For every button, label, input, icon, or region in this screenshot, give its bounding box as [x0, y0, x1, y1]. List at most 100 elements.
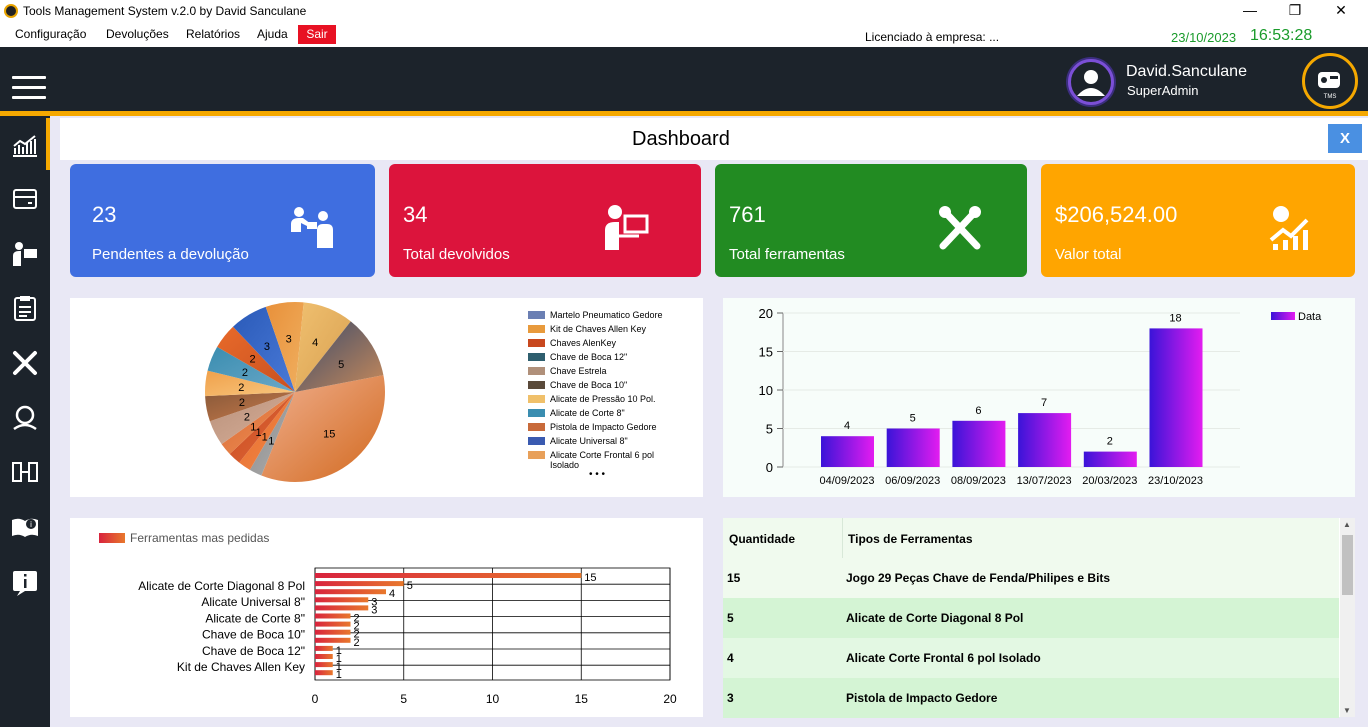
table-row[interactable]: 15 Jogo 29 Peças Chave de Fenda/Philipes …: [723, 558, 1339, 598]
app-logo: TMS: [1302, 53, 1358, 109]
tms-logo-icon: TMS: [1318, 72, 1340, 100]
legend-swatch: [528, 437, 545, 445]
bar-chart-dates: 0 5 10 15 20 4 04/09/2023 5 06/09/2023 6 08/09/202…: [759, 306, 1323, 487]
y-tick-label: Alicate Universal 8": [201, 595, 305, 609]
legend-more[interactable]: • • •: [589, 469, 605, 480]
x-tick-label: 23/10/2023: [1148, 475, 1203, 487]
bar: [315, 597, 369, 603]
bar: [1083, 451, 1137, 467]
table-row[interactable]: 4 Alicate Corte Frontal 6 pol Isolado: [723, 638, 1339, 678]
x-tick-label: 08/09/2023: [951, 475, 1006, 487]
pie-slice-label: 2: [238, 382, 244, 394]
legend-label: Chave Estrela: [550, 366, 607, 376]
scroll-down-icon[interactable]: ▼: [1343, 706, 1351, 715]
bar-value-label: 4: [389, 588, 395, 600]
manual-book-icon[interactable]: i: [10, 512, 40, 542]
bar-value-label: 2: [1107, 436, 1113, 448]
pie-slice-label: 3: [264, 341, 270, 353]
legend-label: Chave de Boca 10": [550, 380, 628, 390]
bar-value-label: 5: [407, 580, 413, 592]
y-tick-label: 10: [759, 383, 773, 398]
x-tick-label: 06/09/2023: [885, 475, 940, 487]
scrollbar-thumb[interactable]: [1342, 535, 1353, 595]
people-handover-icon: [291, 207, 333, 248]
avatar[interactable]: [1068, 59, 1114, 105]
clipboard-icon[interactable]: [10, 293, 40, 323]
person-laptop-icon[interactable]: [10, 239, 40, 269]
menu-ajuda[interactable]: Ajuda: [257, 27, 288, 41]
svg-text:TMS: TMS: [1324, 94, 1337, 100]
x-tick-label: 13/07/2023: [1017, 475, 1072, 487]
card-label: Total devolvidos: [403, 246, 510, 263]
bar-value-label: 2: [354, 637, 360, 649]
bar-value-label: 6: [975, 405, 981, 417]
pie-slice-label: 2: [250, 354, 256, 366]
x-tick-label: 20/03/2023: [1082, 475, 1137, 487]
y-tick-label: 5: [766, 422, 773, 437]
user-role: SuperAdmin: [1127, 83, 1199, 98]
bar-value-label: 3: [371, 604, 377, 616]
legend-swatch: [99, 533, 125, 543]
tools-icon[interactable]: [10, 348, 40, 378]
legend-label: Martelo Pneumatico Gedore: [550, 310, 663, 320]
svg-text:i: i: [30, 520, 32, 529]
menu-sair-button[interactable]: Sair: [298, 25, 336, 44]
y-tick-label: Chave de Boca 10": [202, 628, 305, 642]
app-icon: [4, 4, 18, 18]
pie-slice-label: 1: [262, 432, 268, 444]
bar-value-label: 7: [1041, 397, 1047, 409]
card-ferramentas[interactable]: 761 Total ferramentas: [715, 164, 1027, 277]
bar: [1018, 413, 1072, 467]
card-pendentes[interactable]: 23 Pendentes a devolução: [70, 164, 375, 277]
legend-swatch: [528, 353, 545, 361]
menu-devolucoes[interactable]: Devoluções: [106, 27, 169, 41]
bar: [315, 581, 404, 587]
bar: [315, 605, 369, 611]
minimize-button[interactable]: —: [1227, 0, 1273, 22]
bar-value-label: 18: [1169, 312, 1181, 324]
menu-bar: Configuração Devoluções Relatórios Ajuda: [0, 22, 1368, 47]
scroll-up-icon[interactable]: ▲: [1343, 520, 1351, 529]
column-header-tipos[interactable]: Tipos de Ferramentas: [843, 518, 1339, 558]
dashboard-chart-icon[interactable]: [10, 130, 40, 160]
bar: [315, 629, 351, 635]
card-value: 34: [403, 202, 428, 227]
card-devolvidos[interactable]: 34 Total devolvidos: [389, 164, 701, 277]
legend-label: Data: [1298, 311, 1322, 323]
legend-swatch: [528, 367, 545, 375]
pie-slice-label: 3: [286, 333, 292, 345]
table-row[interactable]: 3 Pistola de Impacto Gedore: [723, 678, 1339, 718]
card-label: Valor total: [1055, 246, 1122, 263]
bar: [315, 662, 333, 668]
y-tick-label: Kit de Chaves Allen Key: [177, 660, 305, 674]
legend-swatch: [528, 409, 545, 417]
close-window-button[interactable]: ✕: [1318, 0, 1364, 22]
y-tick-label: 20: [759, 306, 773, 321]
close-dashboard-button[interactable]: X: [1328, 124, 1362, 153]
bar-value-label: 5: [910, 413, 916, 425]
bar: [886, 428, 940, 467]
restore-button[interactable]: ❐: [1272, 0, 1318, 22]
menu-relatorios[interactable]: Relatórios: [186, 27, 240, 41]
y-tick-label: Alicate de Corte Diagonal 8 Pol: [138, 579, 305, 593]
column-header-quantidade[interactable]: Quantidade: [723, 518, 843, 558]
transfer-icon[interactable]: [10, 457, 40, 487]
legend-swatch: [528, 325, 545, 333]
legend-swatch: [528, 311, 545, 319]
card-valor-total[interactable]: $206,524.00 Valor total: [1041, 164, 1355, 277]
legend-label: Kit de Chaves Allen Key: [550, 324, 647, 334]
menu-configuracao[interactable]: Configuração: [15, 27, 86, 41]
support-headset-icon[interactable]: [10, 402, 40, 432]
pie-slice-label: 5: [338, 359, 344, 371]
x-tick-label: 5: [400, 692, 407, 706]
date-label: 23/10/2023: [1171, 30, 1237, 45]
legend-label: Alicate Universal 8": [550, 436, 628, 446]
money-growth-icon: [1269, 206, 1309, 250]
hamburger-menu-icon[interactable]: [12, 76, 46, 100]
table-row[interactable]: 5 Alicate de Corte Diagonal 8 Pol: [723, 598, 1339, 638]
card-value: 23: [92, 202, 117, 227]
bar: [315, 670, 333, 676]
inventory-box-icon[interactable]: [10, 184, 40, 214]
info-icon[interactable]: [10, 567, 40, 597]
bar: [315, 613, 351, 619]
